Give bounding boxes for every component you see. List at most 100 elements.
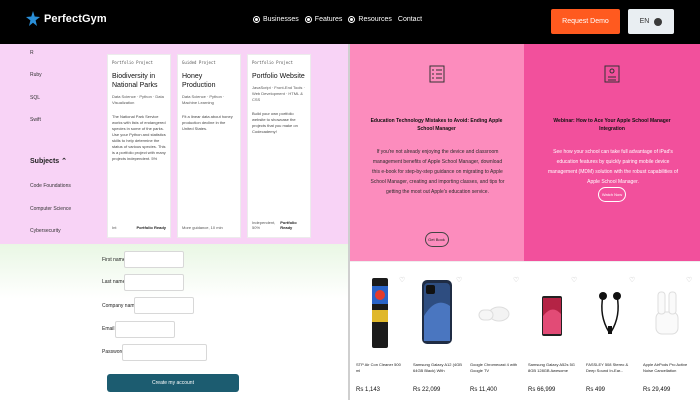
checklist-icon [429, 65, 444, 83]
nav-bullet-icon [253, 16, 260, 23]
product-card[interactable]: ♡ Apple AirPods Pro Active Noise Cancell… [638, 262, 695, 400]
product-name: Apple AirPods Pro Active Noise Cancellat… [643, 362, 688, 373]
card-kicker: Portfolio Project [112, 60, 153, 65]
product-image [478, 306, 510, 322]
promo-title: Education Technology Mistakes to Avoid: … [370, 118, 503, 132]
top-navigation-bar: PerfectGym Businesses Features Resources… [0, 0, 700, 44]
email-field[interactable] [115, 321, 175, 338]
main-nav: Businesses Features Resources Contact [253, 16, 422, 23]
company-name-field[interactable] [134, 297, 194, 314]
product-price: Rs 499 [586, 387, 606, 393]
card-meta: Independent, 50% [252, 220, 276, 230]
project-card[interactable]: Guided Project Honey Production Data Sci… [177, 54, 241, 238]
logo-icon [26, 11, 40, 26]
card-tags: Data Science · Python · Machine Learning [182, 94, 225, 105]
product-price: Rs 29,499 [643, 387, 671, 393]
subject-cybersecurity[interactable]: Cybersecurity [30, 228, 61, 234]
card-title: Honey Production [182, 73, 216, 89]
ebook-promo: Education Technology Mistakes to Avoid: … [349, 44, 524, 261]
card-meta: More guidance, 10 min [182, 225, 223, 230]
column-divider [348, 44, 350, 400]
create-account-button[interactable]: Create my account [107, 374, 239, 392]
catalog-panel: R Ruby SQL Swift Subjects ⌃ Code Foundat… [0, 44, 349, 244]
product-card[interactable]: ♡ Samsung Galaxy A12 (4GB 64GB Black) Wi… [408, 262, 465, 400]
password-field[interactable] [122, 344, 207, 361]
subjects-heading-label: Subjects [30, 158, 60, 165]
product-card[interactable]: ♡ Samsung Galaxy A52s 5G 8GB 128GB Aweso… [523, 262, 580, 400]
product-image [599, 292, 621, 334]
card-kicker: Guided Project [182, 60, 216, 65]
product-name: Samsung Galaxy A12 (4GB 64GB Black) With [413, 362, 462, 373]
promo-text: See how your school can take full advant… [547, 149, 679, 185]
nav-label: Features [314, 16, 343, 23]
brand-logo[interactable]: PerfectGym [26, 10, 107, 28]
company-name-label: Company name [102, 303, 138, 309]
card-description: Build your own portfolio website to show… [252, 111, 298, 134]
nav-label: Contact [397, 16, 423, 23]
nav-businesses[interactable]: Businesses [253, 16, 299, 23]
product-strip: ♡ STP Air Con Cleaner 500 ml Rs 1,143 ♡ … [349, 261, 700, 400]
card-footer: More guidance, 10 min [182, 225, 236, 230]
language-label: EN [639, 18, 650, 25]
password-label: Password [102, 349, 124, 355]
project-card[interactable]: Portfolio Project Portfolio Website Java… [247, 54, 311, 238]
product-name: Samsung Galaxy A52s 5G 8GB 128GB Awesome [528, 362, 575, 373]
product-image [422, 280, 452, 344]
card-tags: JavaScript · Front-End Tools · Web Devel… [252, 85, 305, 102]
promo-title: Webinar: How to Ace Your Apple School Ma… [553, 118, 671, 132]
filter-item-ruby[interactable]: Ruby [30, 72, 42, 78]
product-name: Google Chromecast 4 with Google TV [470, 362, 518, 373]
product-price: Rs 66,999 [528, 387, 556, 393]
email-label: Email [102, 326, 115, 332]
card-footer: Independent, 50% Portfolio Ready [252, 220, 306, 230]
watch-now-button[interactable]: Watch Now [598, 187, 626, 202]
globe-icon [654, 17, 663, 26]
promo-text: If you're not already enjoying the devic… [370, 149, 505, 195]
product-name: FASSLEY 508 Stereo & Deep Sound In-Ear..… [586, 362, 629, 373]
product-card[interactable]: ♡ STP Air Con Cleaner 500 ml Rs 1,143 [351, 262, 408, 400]
portfolio-ready-badge: Portfolio Ready [136, 225, 166, 230]
card-footer: Int Portfolio Ready [112, 225, 166, 230]
card-meta: Int [112, 225, 117, 230]
portfolio-ready-badge: Portfolio Ready [280, 220, 306, 230]
get-book-button[interactable]: Get Book [424, 232, 449, 247]
card-description: The National Park Service works with lis… [112, 114, 166, 161]
language-selector[interactable]: EN [628, 9, 674, 34]
first-name-field[interactable] [124, 251, 184, 268]
presentation-icon [604, 65, 620, 83]
card-title: Portfolio Website [252, 73, 305, 80]
card-tags: Data Science · Python · Data Visualizati… [112, 94, 164, 105]
product-name: STP Air Con Cleaner 500 ml [356, 362, 401, 373]
first-name-label: First name [102, 257, 126, 263]
product-price: Rs 1,143 [356, 387, 381, 393]
product-image [542, 296, 562, 336]
brand-name: PerfectGym [44, 13, 107, 25]
last-name-field[interactable] [124, 274, 184, 291]
filter-item-sql[interactable]: SQL [30, 95, 40, 101]
project-card[interactable]: Portfolio Project Biodiversity in Nation… [107, 54, 171, 238]
request-demo-button[interactable]: Request Demo [551, 9, 620, 34]
product-price: Rs 11,400 [470, 387, 497, 393]
card-title: Biodiversity in National Parks [112, 73, 158, 89]
product-price: Rs 22,099 [413, 387, 441, 393]
product-image [372, 278, 388, 348]
product-card[interactable]: ♡ FASSLEY 508 Stereo & Deep Sound In-Ear… [581, 262, 638, 400]
nav-features[interactable]: Features [304, 16, 343, 23]
chevron-up-icon: ⌃ [61, 158, 68, 165]
nav-bullet-icon [348, 16, 356, 23]
last-name-label: Last name [102, 279, 126, 285]
subjects-heading[interactable]: Subjects ⌃ [30, 157, 67, 165]
subject-code-foundations[interactable]: Code Foundations [30, 183, 71, 189]
signup-form: First name Last name Company name Email … [0, 244, 349, 400]
nav-contact[interactable]: Contact [398, 16, 422, 23]
product-card[interactable]: ♡ Google Chromecast 4 with Google TV Rs … [465, 262, 522, 400]
webinar-promo: Webinar: How to Ace Your Apple School Ma… [524, 44, 700, 261]
nav-label: Businesses [263, 16, 299, 23]
nav-resources[interactable]: Resources [348, 16, 392, 23]
nav-label: Resources [358, 16, 392, 23]
subject-computer-science[interactable]: Computer Science [30, 206, 71, 212]
card-kicker: Portfolio Project [252, 60, 293, 65]
filter-item-swift[interactable]: Swift [30, 117, 41, 123]
filter-item-r[interactable]: R [30, 50, 34, 56]
card-description: Fit a linear data about honey production… [182, 114, 233, 131]
